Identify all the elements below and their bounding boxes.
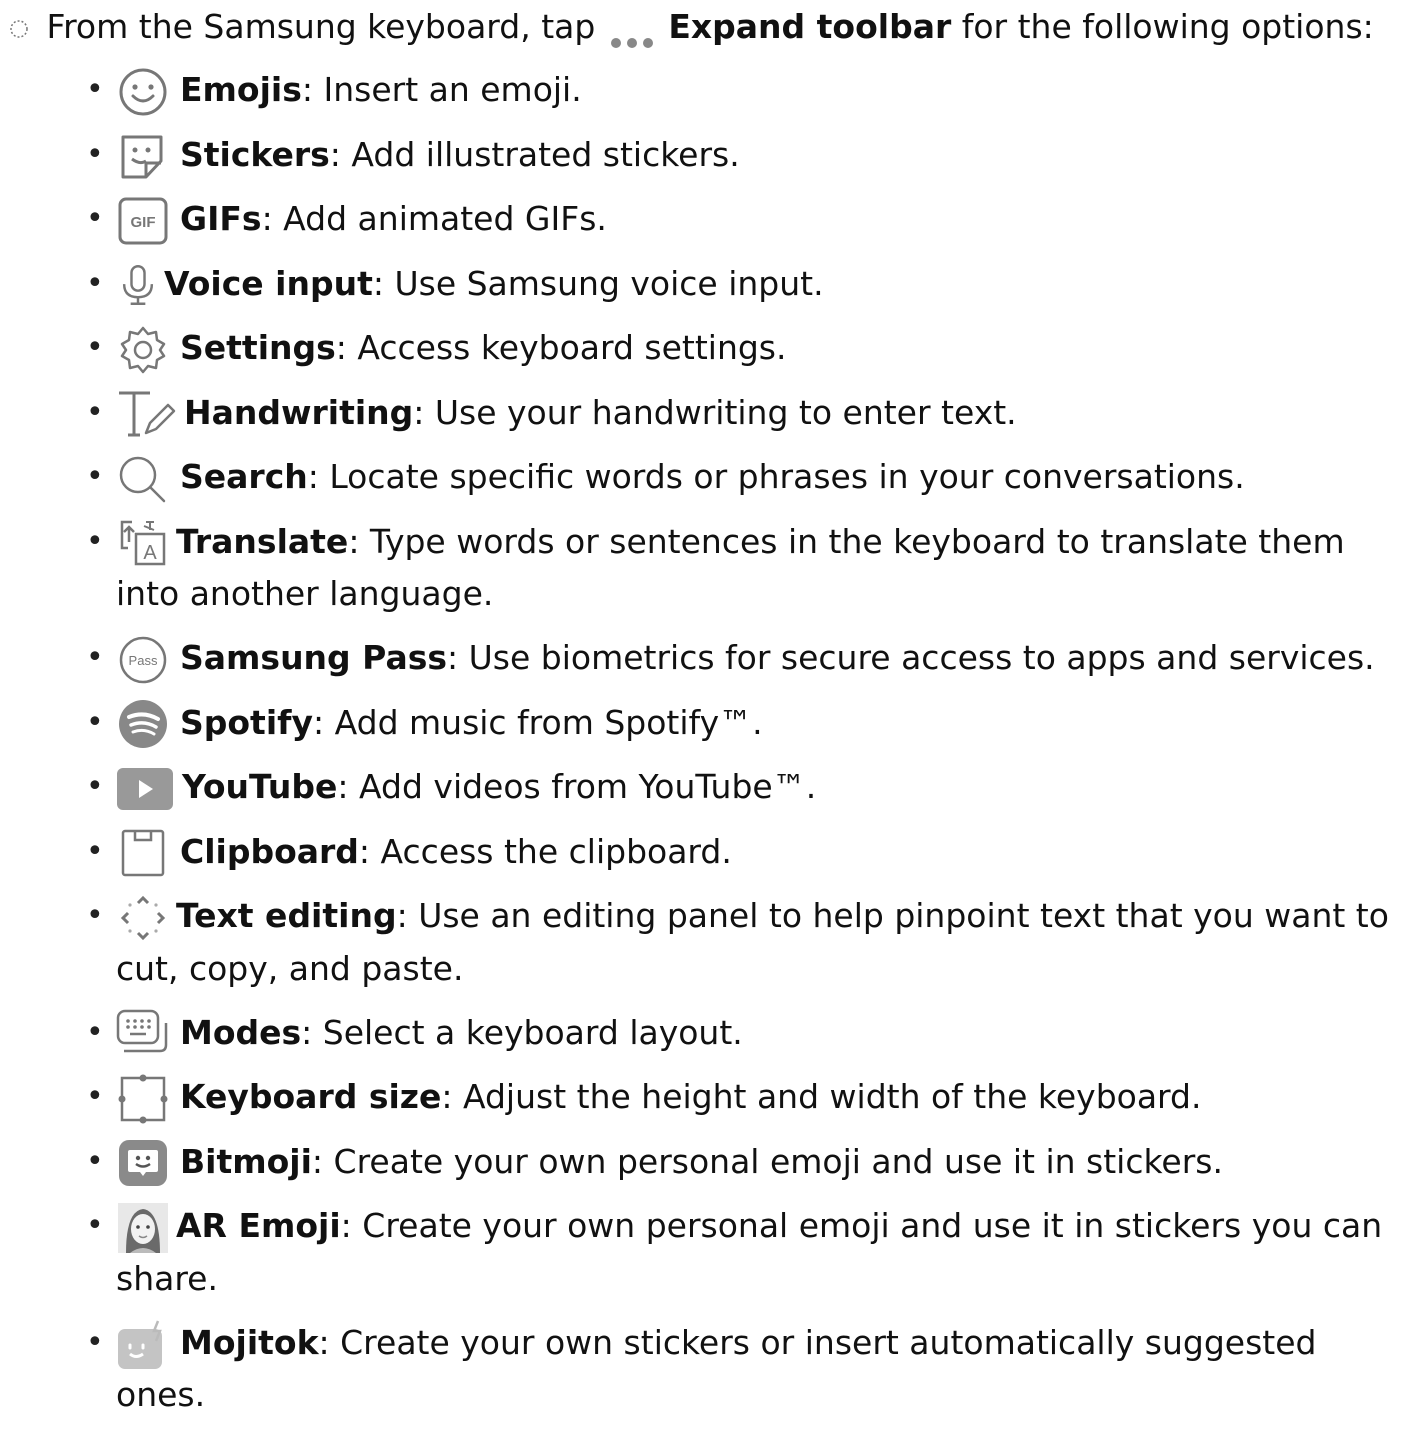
mojitok-icon <box>116 1319 170 1369</box>
handwriting-icon <box>116 389 176 439</box>
item-desc: Add videos from YouTube™. <box>359 767 817 806</box>
keyboard-modes-icon <box>116 1009 170 1059</box>
bullet: • <box>86 1208 104 1243</box>
item-label: Voice input <box>164 263 373 303</box>
item-desc: Select a keyboard layout. <box>322 1012 743 1052</box>
bullet: • <box>86 459 104 494</box>
step-circle-icon <box>8 6 36 52</box>
list-item-settings: • Settings: Access keyboard settings. <box>86 322 1406 375</box>
list-item-youtube: • YouTube: Add videos from YouTube™. <box>86 761 1406 814</box>
emoji-icon <box>116 67 170 117</box>
item-desc: Use Samsung voice input. <box>394 263 824 303</box>
bullet: • <box>86 1324 104 1360</box>
item-desc: Add illustrated stickers. <box>351 134 740 174</box>
more-options-icon <box>606 19 658 48</box>
bullet: • <box>86 265 104 301</box>
list-item-mojitok: • Mojitok: Create your own stickers or i… <box>86 1317 1406 1422</box>
item-desc: Adjust the height and width of the keybo… <box>462 1077 1202 1116</box>
item-label: Emojis <box>180 70 302 109</box>
svg-text:A: A <box>143 542 157 564</box>
translate-icon: A <box>116 518 166 568</box>
ar-emoji-icon <box>116 1202 168 1253</box>
microphone-icon <box>116 260 160 310</box>
gear-icon <box>116 325 170 375</box>
item-desc: Insert an emoji. <box>323 70 582 109</box>
item-label: Mojitok <box>180 1322 319 1362</box>
bullet: • <box>86 833 104 869</box>
item-desc: Access the clipboard. <box>380 831 732 871</box>
list-item-voice-input: • Voice input: Use Samsung voice input. <box>86 258 1406 311</box>
item-label: Keyboard size <box>180 1077 442 1116</box>
list-item-stickers: • Stickers: Add illustrated stickers. <box>86 129 1406 182</box>
item-desc: Create your own personal emoji and use i… <box>333 1141 1223 1181</box>
samsung-pass-icon: Pass <box>116 635 170 685</box>
intro-prefix: From the Samsung keyboard, tap <box>46 7 596 46</box>
list-item-gifs: • GIF GIFs: Add animated GIFs. <box>86 193 1406 246</box>
text-editing-icon <box>116 893 166 943</box>
list-item-text-editing: • Text editing: Use an editing panel to … <box>86 890 1406 995</box>
list-item-samsung-pass: • Pass Samsung Pass: Use biometrics for … <box>86 632 1406 685</box>
bullet: • <box>86 769 104 804</box>
bullet: • <box>86 201 104 236</box>
bullet: • <box>86 330 104 365</box>
search-icon <box>116 454 170 504</box>
item-label: Clipboard <box>180 831 359 871</box>
item-desc: Use biometrics for secure access to apps… <box>468 638 1375 677</box>
bullet: • <box>86 136 104 172</box>
item-desc: Access keyboard settings. <box>357 328 787 367</box>
svg-text:GIF: GIF <box>131 214 156 231</box>
toolbar-options-list: • Emojis: Insert an emoji. • Stickers: A… <box>86 64 1406 1433</box>
bullet: • <box>86 1014 104 1050</box>
list-item-bitmoji: • Bitmoji: Create your own personal emoj… <box>86 1136 1406 1189</box>
sticker-icon <box>116 131 170 181</box>
youtube-icon <box>116 764 174 814</box>
bullet: • <box>86 898 104 933</box>
item-label: Stickers <box>180 134 330 174</box>
item-label: Translate <box>176 521 349 561</box>
item-label: Samsung Pass <box>180 638 448 677</box>
intro-suffix: for the following options: <box>961 7 1374 46</box>
list-item-translate: • A Translate: Type words or sentences i… <box>86 516 1406 621</box>
bullet: • <box>86 640 104 675</box>
item-desc: Add music from Spotify™. <box>334 702 763 742</box>
gif-icon: GIF <box>116 196 170 246</box>
list-item-emojis: • Emojis: Insert an emoji. <box>86 64 1406 117</box>
intro-step: From the Samsung keyboard, tap Expand to… <box>8 4 1408 52</box>
list-item-modes: • Modes: Select a keyboard layout. <box>86 1007 1406 1060</box>
bullet: • <box>86 394 104 430</box>
list-item-handwriting: • Handwriting: Use your handwriting to e… <box>86 387 1406 440</box>
item-label: GIFs <box>180 199 262 238</box>
item-desc: Locate specific words or phrases in your… <box>329 457 1245 496</box>
item-desc: Use your handwriting to enter text. <box>434 392 1017 432</box>
item-label: Spotify <box>180 702 314 742</box>
svg-text:Pass: Pass <box>129 653 158 668</box>
list-item-clipboard: • Clipboard: Access the clipboard. <box>86 826 1406 879</box>
clipboard-icon <box>116 828 170 878</box>
bitmoji-icon <box>116 1138 170 1188</box>
bullet: • <box>86 72 104 107</box>
bullet: • <box>86 1143 104 1179</box>
keyboard-size-icon <box>116 1074 170 1124</box>
list-item-keyboard-size: • Keyboard size: Adjust the height and w… <box>86 1071 1406 1124</box>
item-label: YouTube <box>182 767 338 806</box>
item-desc: Add animated GIFs. <box>283 199 607 238</box>
item-label: Text editing <box>176 896 397 935</box>
item-label: AR Emoji <box>176 1206 341 1245</box>
intro-action: Expand toolbar <box>668 7 952 46</box>
list-item-spotify: • Spotify: Add music from Spotify™. <box>86 697 1406 750</box>
bullet: • <box>86 523 104 559</box>
spotify-icon <box>116 699 170 749</box>
item-label: Handwriting <box>184 392 414 432</box>
bullet: • <box>86 704 104 740</box>
item-label: Settings <box>180 328 336 367</box>
item-label: Search <box>180 457 308 496</box>
bullet: • <box>86 1079 104 1114</box>
item-label: Bitmoji <box>180 1141 312 1181</box>
list-item-search: • Search: Locate specific words or phras… <box>86 451 1406 504</box>
item-label: Modes <box>180 1012 302 1052</box>
list-item-ar-emoji: • AR Emoji: Create your own personal emo… <box>86 1200 1406 1305</box>
